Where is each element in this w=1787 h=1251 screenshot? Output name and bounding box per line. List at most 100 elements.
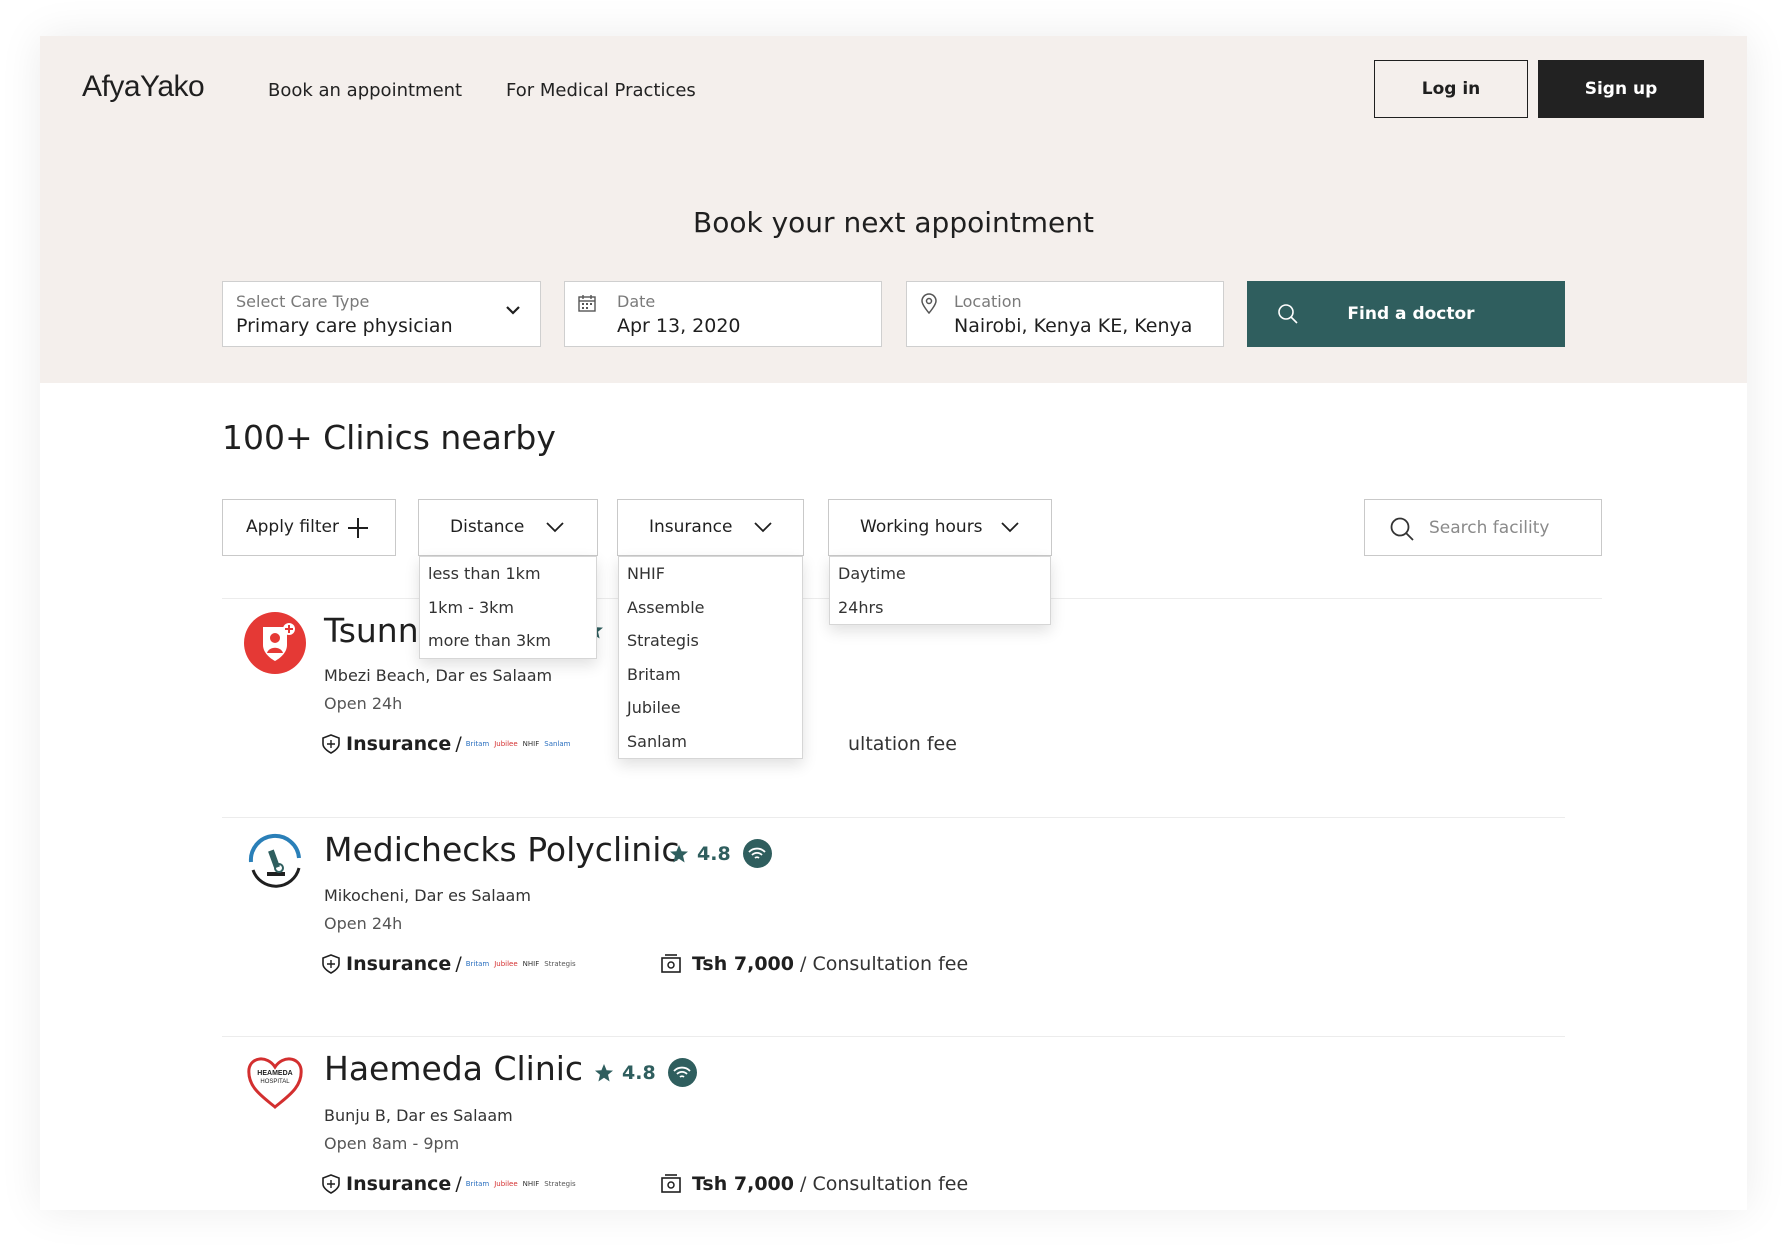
fee-description: / Consultation fee xyxy=(800,1173,969,1195)
insurance-option[interactable]: NHIF xyxy=(619,557,802,591)
apply-filter-button[interactable]: Apply filter xyxy=(222,499,396,556)
divider xyxy=(222,1036,1565,1037)
rating: 4.8 xyxy=(594,1058,697,1087)
clinic-address: Mikocheni, Dar es Salaam xyxy=(324,886,531,905)
fee-row: ultation fee xyxy=(848,733,957,755)
insurance-row: Insurance / Britam Jubilee NHIF Sanlam xyxy=(322,733,575,755)
insurance-label: Insurance xyxy=(346,1173,452,1195)
separator: / xyxy=(455,1173,462,1195)
britam-logo: Britam xyxy=(465,960,490,968)
distance-option[interactable]: less than 1km xyxy=(420,557,596,591)
sanlam-logo: Sanlam xyxy=(544,740,571,748)
clinic-address: Mbezi Beach, Dar es Salaam xyxy=(324,666,553,685)
rating: 4.8 xyxy=(669,839,772,868)
tsunny-logo xyxy=(243,611,307,675)
haemeda-logo: HEAMEDA HOSPITAL xyxy=(243,1049,307,1113)
results-title: 100+ Clinics nearby xyxy=(222,418,556,457)
chevron-down-icon xyxy=(1001,522,1019,533)
clinic-name[interactable]: Medichecks Polyclinic xyxy=(324,830,680,869)
britam-logo: Britam xyxy=(465,740,490,748)
insurance-label: Insurance xyxy=(346,733,452,755)
insurance-option[interactable]: Britam xyxy=(619,658,802,692)
location-label: Location xyxy=(954,292,1022,311)
distance-dropdown: less than 1km 1km - 3km more than 3km xyxy=(419,556,597,659)
care-type-select[interactable]: Select Care Type Primary care physician xyxy=(222,281,541,347)
working-hours-filter[interactable]: Working hours xyxy=(828,499,1052,556)
shield-icon xyxy=(322,954,340,974)
signup-button[interactable]: Sign up xyxy=(1538,60,1704,118)
strategis-logo: Strategis xyxy=(544,1180,576,1188)
star-icon xyxy=(670,844,688,862)
rating-value: 4.8 xyxy=(622,1061,656,1084)
insurance-filter-label: Insurance xyxy=(649,517,733,537)
strategis-logo: Strategis xyxy=(544,960,576,968)
insurance-option[interactable]: Assemble xyxy=(619,591,802,625)
clinic-hours: Open 24h xyxy=(324,914,403,933)
fee-amount: Tsh 7,000 xyxy=(692,1173,794,1195)
insurance-dropdown: NHIF Assemble Strategis Britam Jubilee S… xyxy=(618,556,803,759)
distance-filter[interactable]: Distance xyxy=(418,499,598,556)
nav-medical-practices[interactable]: For Medical Practices xyxy=(506,80,696,101)
chevron-down-icon xyxy=(754,522,772,533)
insurance-option[interactable]: Jubilee xyxy=(619,691,802,725)
login-button[interactable]: Log in xyxy=(1374,60,1528,118)
jubilee-logo: Jubilee xyxy=(494,1180,518,1188)
clinic-hours: Open 24h xyxy=(324,694,403,713)
brand-logo[interactable]: AfyaYako xyxy=(82,70,205,104)
care-type-value: Primary care physician xyxy=(236,315,453,337)
date-label: Date xyxy=(617,292,656,311)
nhif-logo: NHIF xyxy=(522,740,540,748)
nhif-logo: NHIF xyxy=(522,1180,540,1188)
insurance-option[interactable]: Strategis xyxy=(619,624,802,658)
care-type-label: Select Care Type xyxy=(236,292,370,311)
location-field[interactable]: Location Nairobi, Kenya KE, Kenya xyxy=(906,281,1224,347)
britam-logo: Britam xyxy=(465,1180,490,1188)
hero-title: Book your next appointment xyxy=(693,206,1094,239)
shield-icon xyxy=(322,734,340,754)
shield-icon xyxy=(322,1174,340,1194)
rating-value: 4.8 xyxy=(697,842,731,865)
haemeda-logo-top: HEAMEDA xyxy=(257,1070,292,1077)
fee-row: Tsh 7,000 / Consultation fee xyxy=(660,1173,968,1195)
fee-description: / Consultation fee xyxy=(800,953,969,975)
location-value: Nairobi, Kenya KE, Kenya xyxy=(954,315,1193,337)
search-icon xyxy=(1390,517,1414,541)
insurance-label: Insurance xyxy=(346,953,452,975)
search-facility-input[interactable]: Search facility xyxy=(1364,499,1602,556)
fee-amount: Tsh 7,000 xyxy=(692,953,794,975)
insurance-option[interactable]: Sanlam xyxy=(619,725,802,759)
working-hours-option[interactable]: 24hrs xyxy=(830,591,1050,625)
divider xyxy=(222,817,1565,818)
medichecks-logo xyxy=(243,830,307,894)
star-icon xyxy=(595,1063,613,1081)
distance-option[interactable]: more than 3km xyxy=(420,624,596,658)
date-field[interactable]: Date Apr 13, 2020 xyxy=(564,281,882,347)
find-doctor-label: Find a doctor xyxy=(1347,304,1475,324)
apply-filter-label: Apply filter xyxy=(246,517,339,537)
location-pin-icon xyxy=(921,293,937,315)
clinic-hours: Open 8am - 9pm xyxy=(324,1134,460,1153)
calendar-icon xyxy=(578,295,596,312)
wifi-icon xyxy=(667,1058,697,1087)
wifi-icon xyxy=(742,839,772,868)
hero-section: AfyaYako Book an appointment For Medical… xyxy=(40,36,1747,383)
cash-icon xyxy=(661,1174,681,1193)
insurance-row: Insurance / Britam Jubilee NHIF Strategi… xyxy=(322,1173,581,1195)
find-doctor-button[interactable]: Find a doctor xyxy=(1247,281,1565,347)
jubilee-logo: Jubilee xyxy=(494,960,518,968)
fee-row: Tsh 7,000 / Consultation fee xyxy=(660,953,968,975)
working-hours-dropdown: Daytime 24hrs xyxy=(829,556,1051,625)
separator: / xyxy=(455,953,462,975)
working-hours-option[interactable]: Daytime xyxy=(830,557,1050,591)
clinic-address: Bunju B, Dar es Salaam xyxy=(324,1106,513,1125)
insurance-row: Insurance / Britam Jubilee NHIF Strategi… xyxy=(322,953,581,975)
date-value: Apr 13, 2020 xyxy=(617,315,741,337)
nav-book-appointment[interactable]: Book an appointment xyxy=(268,80,462,101)
clinic-name[interactable]: Haemeda Clinic xyxy=(324,1049,583,1088)
separator: / xyxy=(455,733,462,755)
distance-option[interactable]: 1km - 3km xyxy=(420,591,596,625)
haemeda-logo-bottom: HOSPITAL xyxy=(260,1079,290,1085)
insurance-filter[interactable]: Insurance xyxy=(617,499,804,556)
chevron-down-icon xyxy=(546,522,564,533)
nhif-logo: NHIF xyxy=(522,960,540,968)
